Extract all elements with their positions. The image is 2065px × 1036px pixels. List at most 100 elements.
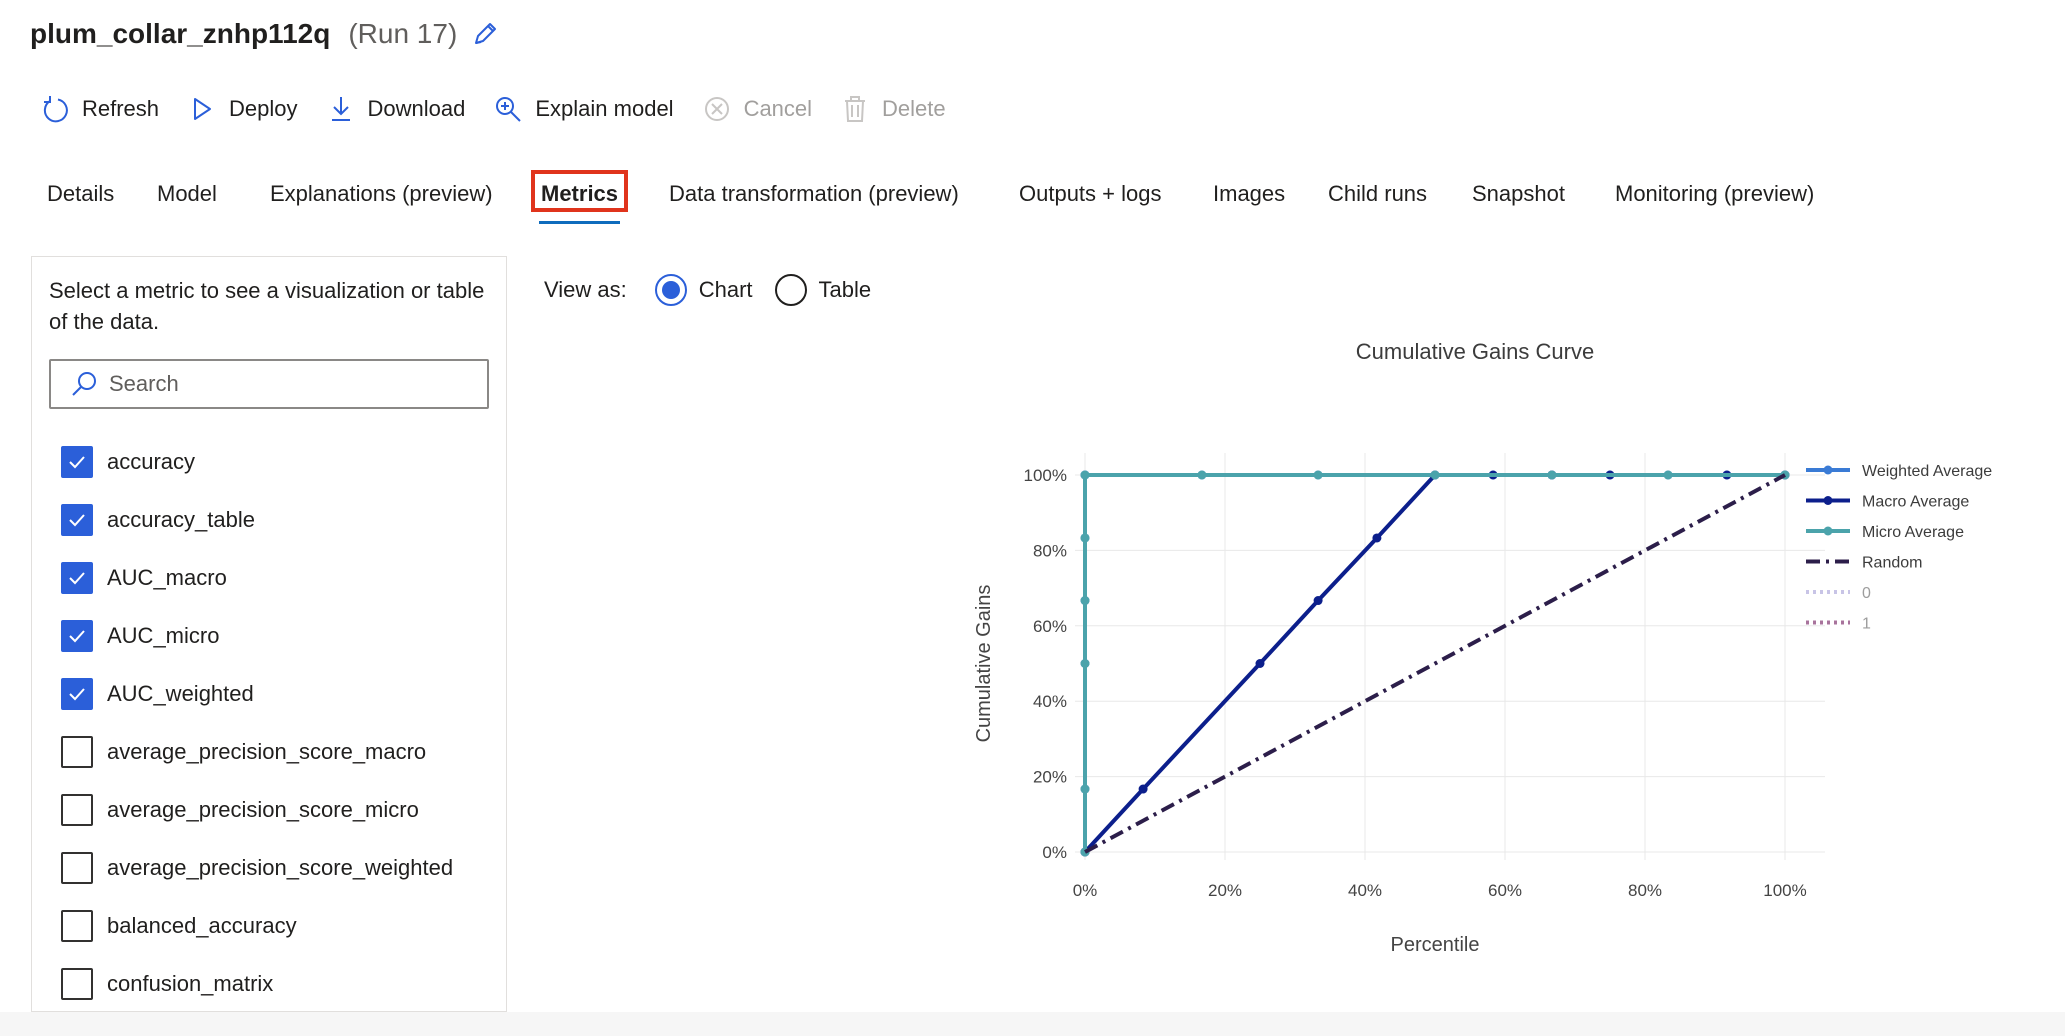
data-point-macro-average <box>1255 659 1265 668</box>
table-radio[interactable]: Table <box>774 274 871 306</box>
metric-item-average-precision-score-micro[interactable]: average_precision_score_micro <box>61 781 501 839</box>
metric-label: average_precision_score_micro <box>107 797 419 822</box>
metric-item-confusion-matrix[interactable]: confusion_matrix <box>61 955 501 1013</box>
checkbox-checked[interactable] <box>61 504 93 536</box>
data-point-micro-average <box>1430 470 1440 480</box>
legend-label: Weighted Average <box>1862 463 1992 480</box>
cancel-button[interactable]: Cancel <box>702 94 812 124</box>
radio-circle <box>774 274 807 306</box>
search-input[interactable] <box>109 371 469 397</box>
download-icon <box>326 94 356 124</box>
tab-data-transformation[interactable]: Data transformation (preview) <box>669 168 959 220</box>
metric-item-auc-macro[interactable]: AUC_macro <box>61 549 501 607</box>
cancel-circle-icon <box>702 94 732 124</box>
metric-item-average-precision-score-weighted[interactable]: average_precision_score_weighted <box>61 839 501 897</box>
checkbox-checked[interactable] <box>61 620 93 652</box>
tab-outputs-logs[interactable]: Outputs + logs <box>1019 168 1161 220</box>
delete-label: Delete <box>882 96 946 121</box>
tab-label: Snapshot <box>1472 181 1565 206</box>
checkmark-icon <box>69 456 85 469</box>
run-tabs: Details Model Explanations (preview) Met… <box>32 168 1992 230</box>
legend-label: Micro Average <box>1862 524 1964 541</box>
metric-search-box[interactable] <box>49 359 489 409</box>
checkbox-unchecked[interactable] <box>61 910 93 942</box>
y-tick-label: 80% <box>1033 541 1067 560</box>
radio-circle <box>654 274 687 306</box>
refresh-button[interactable]: Refresh <box>40 94 159 124</box>
y-tick-label: 100% <box>1024 466 1067 485</box>
tab-label: Child runs <box>1328 181 1428 206</box>
cancel-label: Cancel <box>743 96 813 121</box>
legend-marker <box>1823 526 1833 536</box>
x-tick-label: 0% <box>1073 881 1098 900</box>
metric-list: accuracy accuracy_table AUC_macro AUC_micro… <box>61 433 501 1013</box>
metric-item-auc-weighted[interactable]: AUC_weighted <box>61 665 501 723</box>
refresh-icon <box>40 94 70 124</box>
checkbox-checked[interactable] <box>61 446 93 478</box>
checkbox-unchecked[interactable] <box>61 736 93 768</box>
checkbox-checked[interactable] <box>61 562 93 594</box>
deploy-button[interactable]: Deploy <box>187 94 298 124</box>
metric-item-average-precision-score-macro[interactable]: average_precision_score_macro <box>61 723 501 781</box>
metric-item-auc-micro[interactable]: AUC_micro <box>61 607 501 665</box>
tab-label: Explanations (preview) <box>270 181 493 206</box>
tab-label: Data transformation (preview) <box>669 181 959 206</box>
data-point-micro-average <box>1547 470 1557 480</box>
metric-label: balanced_accuracy <box>107 913 297 938</box>
y-tick-label: 0% <box>1042 843 1067 862</box>
metrics-selector-panel: Select a metric to see a visualization o… <box>31 256 507 1012</box>
legend-marker <box>1823 465 1833 475</box>
data-point-macro-average <box>1372 533 1382 543</box>
tab-details[interactable]: Details <box>47 168 114 220</box>
data-point-micro-average <box>1197 470 1207 480</box>
download-button[interactable]: Download <box>326 94 466 124</box>
edit-pencil-icon[interactable] <box>471 20 499 48</box>
y-axis-label: Cumulative Gains <box>973 585 995 743</box>
data-point-micro-average <box>1663 470 1673 480</box>
checkbox-unchecked[interactable] <box>61 794 93 826</box>
metric-item-accuracy-table[interactable]: accuracy_table <box>61 491 501 549</box>
metric-label: confusion_matrix <box>107 971 274 996</box>
legend-label: 0 <box>1862 585 1871 602</box>
tab-label: Images <box>1213 181 1286 206</box>
metric-item-accuracy[interactable]: accuracy <box>61 433 501 491</box>
metric-label: accuracy <box>107 449 196 474</box>
metric-label: AUC_micro <box>107 623 220 648</box>
tab-model[interactable]: Model <box>157 168 217 220</box>
tab-monitoring[interactable]: Monitoring (preview) <box>1615 168 1814 220</box>
cumulative-gains-chart: Cumulative Gains Curve 0% 20% 40% 60% 80% 100%… <box>973 339 1992 956</box>
active-tab-indicator <box>539 221 621 224</box>
checkbox-checked[interactable] <box>61 678 93 710</box>
search-icon <box>69 369 99 399</box>
tab-metrics[interactable]: Metrics <box>531 168 629 224</box>
download-label: Download <box>367 96 466 121</box>
checkmark-icon <box>69 572 85 585</box>
tab-label: Model <box>157 181 217 206</box>
metric-label: accuracy_table <box>107 507 255 532</box>
x-tick-label: 60% <box>1488 881 1522 900</box>
y-tick-label: 40% <box>1033 692 1067 711</box>
x-tick-label: 20% <box>1208 881 1242 900</box>
run-number: (Run 17) <box>348 18 458 49</box>
delete-button[interactable]: Delete <box>840 94 946 124</box>
data-point-micro-average <box>1080 470 1090 480</box>
tab-child-runs[interactable]: Child runs <box>1328 168 1427 220</box>
metric-item-balanced-accuracy[interactable]: balanced_accuracy <box>61 897 501 955</box>
checkbox-unchecked[interactable] <box>61 852 93 884</box>
chart-title: Cumulative Gains Curve <box>1356 339 1594 364</box>
data-point-macro-average <box>1313 596 1323 606</box>
tab-explanations[interactable]: Explanations (preview) <box>270 168 493 220</box>
metric-label: average_precision_score_weighted <box>107 855 454 880</box>
checkmark-icon <box>69 630 85 643</box>
metrics-hint: Select a metric to see a visualization o… <box>49 278 485 334</box>
data-point-micro-average <box>1080 659 1090 668</box>
explain-model-button[interactable]: Explain model <box>493 94 674 124</box>
data-point-micro-average <box>1080 533 1090 543</box>
tab-snapshot[interactable]: Snapshot <box>1472 168 1565 220</box>
checkbox-unchecked[interactable] <box>61 968 93 1000</box>
toolbar: Refresh Deploy Download Explain model Ca… <box>40 86 974 132</box>
x-tick-label: 100% <box>1763 881 1806 900</box>
page-bottom-strip <box>0 1012 2065 1036</box>
tab-images[interactable]: Images <box>1213 168 1285 220</box>
chart-radio[interactable]: Chart <box>654 274 753 306</box>
